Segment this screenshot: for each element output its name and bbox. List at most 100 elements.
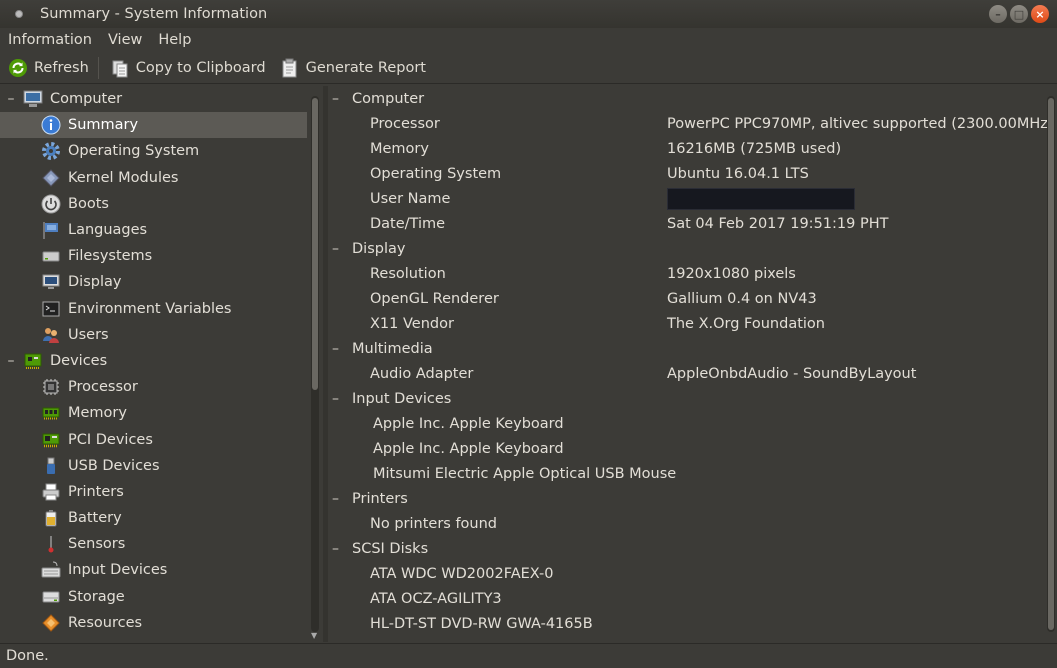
tree-item-filesystems[interactable]: Filesystems <box>0 243 307 269</box>
menu-view[interactable]: View <box>100 32 150 48</box>
refresh-label: Refresh <box>34 59 89 76</box>
detail-value: Sat 04 Feb 2017 19:51:19 PHT <box>667 215 889 232</box>
detail-row[interactable]: Operating System Ubuntu 16.04.1 LTS <box>328 161 1057 186</box>
section-input-devices[interactable]: – Input Devices <box>328 386 1057 411</box>
computer-icon <box>22 89 44 109</box>
close-button[interactable]: × <box>1031 5 1049 23</box>
detail-row[interactable]: Memory 16216MB (725MB used) <box>328 136 1057 161</box>
generate-report-button[interactable]: Generate Report <box>272 54 432 82</box>
section-label: Computer <box>352 90 425 107</box>
details-scrollbar[interactable] <box>1047 96 1055 632</box>
tree-item-display[interactable]: Display <box>0 269 307 295</box>
tree-item-pci-devices[interactable]: PCI Devices <box>0 426 307 452</box>
tree-item-usb-devices[interactable]: USB Devices <box>0 453 307 479</box>
app-icon[interactable] <box>8 3 30 25</box>
tree-item-sensors[interactable]: Sensors <box>0 531 307 557</box>
tree-item-users[interactable]: Users <box>0 322 307 348</box>
refresh-button[interactable]: Refresh <box>0 54 95 82</box>
section-scsi-disks[interactable]: – SCSI Disks <box>328 536 1057 561</box>
detail-row[interactable]: ATA OCZ-AGILITY3 <box>328 586 1057 611</box>
collapse-expander-icon[interactable]: – <box>332 241 344 257</box>
detail-row[interactable]: OpenGL Renderer Gallium 0.4 on NV43 <box>328 286 1057 311</box>
copy-label: Copy to Clipboard <box>135 59 266 76</box>
tree-category-devices[interactable]: – Devices <box>0 348 307 374</box>
tree-scroll-down-icon[interactable]: ▼ <box>311 631 317 640</box>
tree-item-label: Memory <box>68 405 127 422</box>
minimize-button[interactable]: – <box>989 5 1007 23</box>
detail-row[interactable]: No printers found <box>328 511 1057 536</box>
detail-row[interactable]: Audio Adapter AppleOnbdAudio - SoundByLay… <box>328 361 1057 386</box>
tree-item-summary[interactable]: Summary <box>0 112 307 139</box>
tree-item-storage[interactable]: Storage <box>0 584 307 610</box>
collapse-expander-icon[interactable]: – <box>332 91 344 107</box>
detail-key: User Name <box>370 190 451 207</box>
detail-row[interactable]: Mitsumi Electric Apple Optical USB Mouse <box>328 461 1057 486</box>
tree-item-input-devices[interactable]: Input Devices <box>0 557 307 583</box>
tree-scroll-thumb[interactable] <box>312 98 318 390</box>
detail-key: Processor <box>370 115 440 132</box>
detail-value: PowerPC PPC970MP, altivec supported (230… <box>667 115 1054 132</box>
tree-item-battery[interactable]: Battery <box>0 505 307 531</box>
tree-item-resources[interactable]: Resources <box>0 610 307 636</box>
details-scroll-thumb[interactable] <box>1048 98 1054 630</box>
tree-item-label: Battery <box>68 510 122 527</box>
menu-information[interactable]: Information <box>0 32 100 48</box>
tree-item-label: Users <box>68 326 109 343</box>
report-label: Generate Report <box>305 59 426 76</box>
collapse-expander-icon[interactable]: – <box>332 541 344 557</box>
detail-row[interactable]: Apple Inc. Apple Keyboard <box>328 411 1057 436</box>
tree-item-kernel-modules[interactable]: Kernel Modules <box>0 165 307 191</box>
tree-item-label: PCI Devices <box>68 431 153 448</box>
menu-help[interactable]: Help <box>150 32 199 48</box>
detail-key: HL-DT-ST DVD-RW GWA-4165B <box>370 615 593 632</box>
storage-icon <box>40 587 62 607</box>
detail-key: Resolution <box>370 265 446 282</box>
power-icon <box>40 194 62 214</box>
section-printers[interactable]: – Printers <box>328 486 1057 511</box>
detail-row[interactable]: X11 Vendor The X.Org Foundation <box>328 311 1057 336</box>
section-display[interactable]: – Display <box>328 236 1057 261</box>
detail-row[interactable]: Processor PowerPC PPC970MP, altivec suppo… <box>328 111 1057 136</box>
detail-row[interactable]: Apple Inc. Apple Keyboard <box>328 436 1057 461</box>
details-list: – Computer Processor PowerPC PPC970MP, alti… <box>328 86 1057 636</box>
section-computer[interactable]: – Computer <box>328 86 1057 111</box>
toolbar: Refresh Copy to Clipboard Generate Repor… <box>0 52 1057 84</box>
detail-key: Audio Adapter <box>370 365 474 382</box>
tree-item-label: Processor <box>68 379 138 396</box>
copy-to-clipboard-button[interactable]: Copy to Clipboard <box>102 54 272 82</box>
title-bar: Summary - System Information – □ × <box>0 0 1057 28</box>
section-label: Multimedia <box>352 340 433 357</box>
collapse-expander-icon[interactable]: – <box>4 91 18 107</box>
collapse-expander-icon[interactable]: – <box>332 341 344 357</box>
detail-row[interactable]: ATA WDC WD2002FAEX-0 <box>328 561 1057 586</box>
tree-item-label: Filesystems <box>68 248 153 265</box>
flag-icon <box>40 220 62 240</box>
keyboard-icon <box>40 560 62 580</box>
status-bar: Done. <box>0 643 1057 668</box>
collapse-expander-icon[interactable]: – <box>332 491 344 507</box>
tree-scrollbar[interactable] <box>311 96 319 632</box>
detail-row[interactable]: User Name <box>328 186 1057 211</box>
tree-item-environment-variables[interactable]: Environment Variables <box>0 296 307 322</box>
detail-row[interactable]: Resolution 1920x1080 pixels <box>328 261 1057 286</box>
detail-value: AppleOnbdAudio - SoundByLayout <box>667 365 917 382</box>
tree-item-label: Storage <box>68 588 125 605</box>
section-label: Input Devices <box>352 390 452 407</box>
collapse-expander-icon[interactable]: – <box>332 391 344 407</box>
section-multimedia[interactable]: – Multimedia <box>328 336 1057 361</box>
tree-item-printers[interactable]: Printers <box>0 479 307 505</box>
toolbar-separator <box>97 56 99 79</box>
usb-icon <box>40 456 62 476</box>
tree-category-computer[interactable]: – Computer <box>0 86 307 112</box>
detail-row[interactable]: Date/Time Sat 04 Feb 2017 19:51:19 PHT <box>328 211 1057 236</box>
tree-item-processor[interactable]: Processor <box>0 374 307 400</box>
collapse-expander-icon[interactable]: – <box>4 353 18 369</box>
tree-item-memory[interactable]: Memory <box>0 400 307 426</box>
detail-row[interactable]: HL-DT-ST DVD-RW GWA-4165B <box>328 611 1057 636</box>
tree-item-operating-system[interactable]: Operating System <box>0 138 307 164</box>
tree-item-boots[interactable]: Boots <box>0 191 307 217</box>
maximize-button[interactable]: □ <box>1010 5 1028 23</box>
tree-item-label: Devices <box>50 352 108 369</box>
tree-item-languages[interactable]: Languages <box>0 217 307 243</box>
section-label: Printers <box>352 490 408 507</box>
